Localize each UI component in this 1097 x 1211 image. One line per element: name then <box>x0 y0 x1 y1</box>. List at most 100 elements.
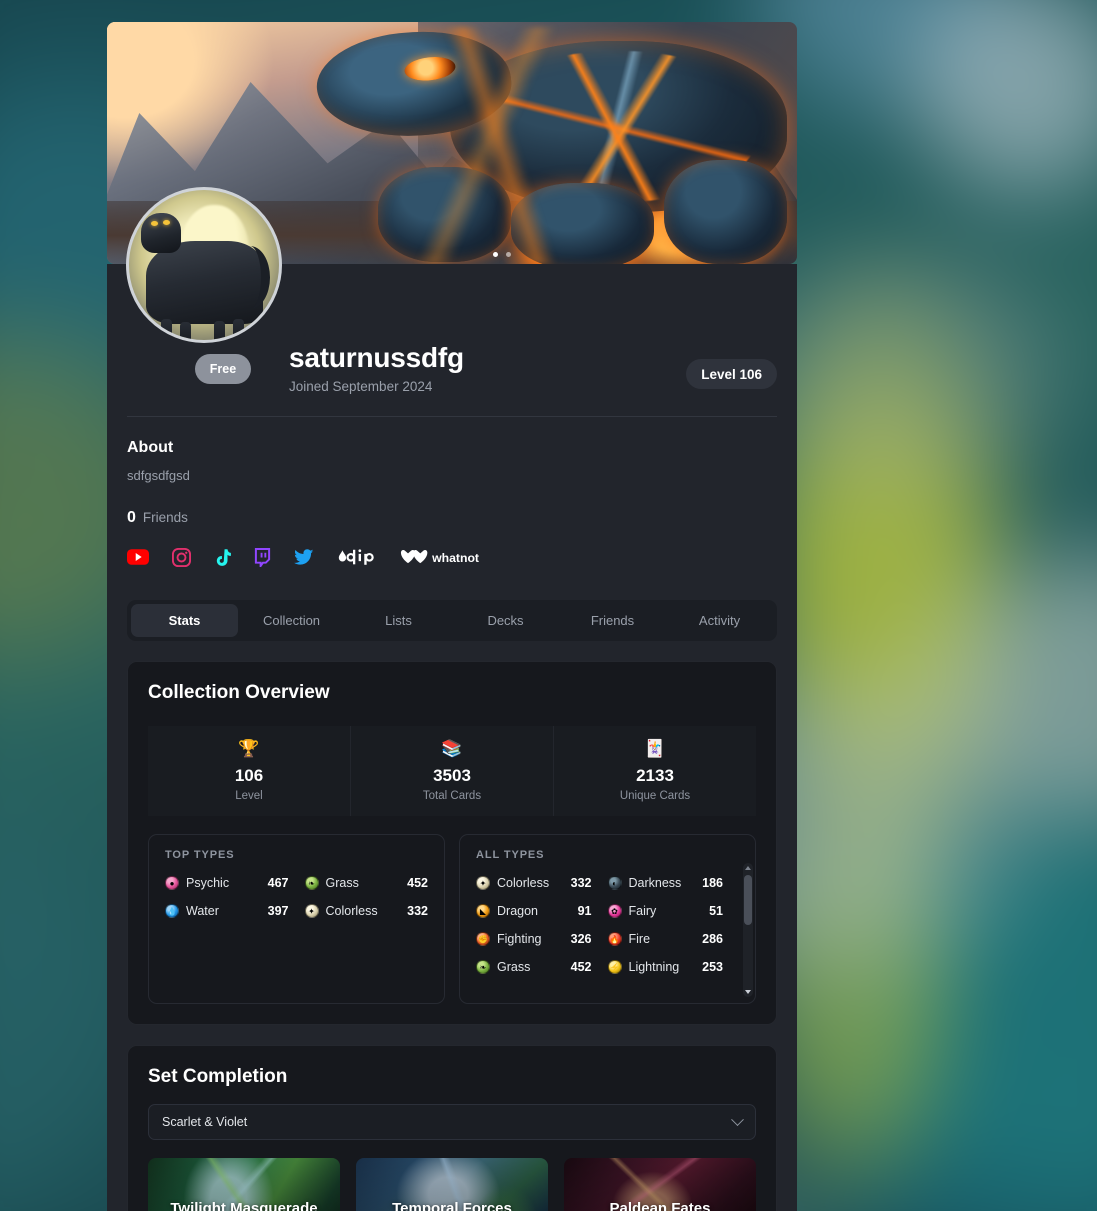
all-types-card: ALL TYPES ✦ Colorless 332 ◐ Darkness 186… <box>459 834 756 1004</box>
tiktok-icon[interactable] <box>214 548 231 567</box>
joker-card-icon: 🃏 <box>644 739 666 758</box>
type-name: Colorless <box>497 876 550 890</box>
type-row[interactable]: ● Psychic 467 <box>165 876 289 890</box>
banner-dot[interactable] <box>506 252 512 257</box>
type-row[interactable]: ✿ Fairy 51 <box>607 904 723 918</box>
type-count: 452 <box>570 960 592 974</box>
top-types-heading: TOP TYPES <box>165 849 235 861</box>
set-card[interactable]: Paldean Fates <box>564 1158 756 1211</box>
panther-leg <box>180 322 192 340</box>
scroll-down-arrow-icon[interactable] <box>745 990 751 994</box>
banner-carousel-dots[interactable] <box>493 252 512 257</box>
stat-value: 106 <box>234 766 264 785</box>
type-name: Water <box>186 904 219 918</box>
turtle-leg-front <box>378 166 512 262</box>
set-card[interactable]: Twilight Masquerade <box>148 1158 340 1211</box>
panther-leg <box>213 320 225 340</box>
friends-summary[interactable]: 0 Friends <box>127 509 777 527</box>
tab-activity[interactable]: Activity <box>666 604 773 637</box>
joined-date: Joined September 2024 <box>289 379 433 394</box>
tab-collection[interactable]: Collection <box>238 604 345 637</box>
type-count: 332 <box>570 876 592 890</box>
type-name: Darkness <box>628 876 682 890</box>
instagram-icon[interactable] <box>172 547 191 567</box>
collection-overview-panel: Collection Overview 🏆 106 Level 📚 3503 T… <box>127 661 777 1025</box>
youtube-icon[interactable] <box>127 549 149 565</box>
dragon-energy-icon: ◣ <box>476 904 490 918</box>
collection-overview-heading: Collection Overview <box>148 682 330 703</box>
top-types-grid: ● Psychic 467 ❧ Grass 452 💧 Water 397 ✦ … <box>165 876 428 918</box>
username: saturnussdfg <box>289 342 464 373</box>
set-completion-panel: Set Completion Scarlet & Violet Twilight… <box>127 1045 777 1211</box>
plan-badge[interactable]: Free <box>195 354 251 384</box>
type-count: 326 <box>570 932 592 946</box>
scrollbar-thumb[interactable] <box>744 875 752 925</box>
grass-energy-icon: ❧ <box>304 876 319 890</box>
tab-decks[interactable]: Decks <box>452 604 559 637</box>
type-count: 467 <box>267 876 289 890</box>
type-row[interactable]: 🔥 Fire 286 <box>607 932 723 946</box>
type-count: 397 <box>267 904 289 918</box>
type-name: Colorless <box>325 904 378 918</box>
type-name: Fire <box>628 932 651 946</box>
stat-value: 2133 <box>636 766 674 785</box>
grass-energy-icon: ❧ <box>476 960 490 974</box>
type-count: 332 <box>407 904 428 918</box>
panther-leg <box>160 318 172 340</box>
set-card[interactable]: Temporal Forces <box>356 1158 548 1211</box>
type-name: Dragon <box>497 904 538 918</box>
avatar-panther <box>140 213 270 340</box>
panther-leg <box>233 318 245 340</box>
type-row[interactable]: ❧ Grass 452 <box>304 876 428 890</box>
type-row[interactable]: ✦ Colorless 332 <box>304 904 428 918</box>
lightning-energy-icon: ⚡ <box>607 960 622 974</box>
type-row[interactable]: 💧 Water 397 <box>165 904 289 918</box>
scroll-up-arrow-icon[interactable] <box>745 866 751 870</box>
type-name: Fighting <box>497 932 542 946</box>
panther-tail <box>230 245 270 309</box>
type-row[interactable]: ⚡ Lightning 253 <box>607 960 723 974</box>
type-row[interactable]: ✊ Fighting 326 <box>476 932 592 946</box>
whatnot-icon[interactable]: whatnot <box>400 549 483 566</box>
tab-lists[interactable]: Lists <box>345 604 452 637</box>
type-name: Lightning <box>628 960 680 974</box>
avatar[interactable] <box>126 187 282 343</box>
all-types-heading: ALL TYPES <box>476 849 545 861</box>
stat-label: Level <box>235 790 263 802</box>
social-links: whatnot <box>127 546 777 568</box>
chevron-down-icon <box>731 1112 744 1126</box>
all-types-scroll-area[interactable]: ✦ Colorless 332 ◐ Darkness 186 ◣ Dragon … <box>476 861 739 974</box>
profile-card: Free saturnussdfg Joined September 2024 … <box>107 187 797 1211</box>
type-row[interactable]: ◐ Darkness 186 <box>607 876 723 890</box>
tab-friends[interactable]: Friends <box>559 604 666 637</box>
stat-label: Unique Cards <box>619 790 691 802</box>
all-types-grid: ✦ Colorless 332 ◐ Darkness 186 ◣ Dragon … <box>476 876 723 974</box>
drip-icon[interactable] <box>337 548 377 566</box>
top-types-card: TOP TYPES ● Psychic 467 ❧ Grass 452 💧 Wa… <box>148 834 445 1004</box>
fire-energy-icon: 🔥 <box>607 932 622 946</box>
banner-dot[interactable] <box>493 252 499 257</box>
set-card-row: Twilight Masquerade Temporal Forces Pald… <box>148 1158 756 1211</box>
set-name: Temporal Forces <box>392 1199 512 1211</box>
type-count: 186 <box>702 876 723 890</box>
stat-level: 🏆 106 Level <box>148 726 350 816</box>
divider <box>127 416 777 417</box>
identity-text: saturnussdfg Joined September 2024 <box>289 342 686 394</box>
all-types-scrollbar[interactable] <box>743 863 753 997</box>
water-energy-icon: 💧 <box>165 904 179 918</box>
twitch-icon[interactable] <box>254 547 271 567</box>
svg-text:whatnot: whatnot <box>431 550 479 564</box>
type-row[interactable]: ✦ Colorless 332 <box>476 876 592 890</box>
turtle-leg-mid <box>511 183 654 264</box>
type-count: 253 <box>702 960 723 974</box>
type-row[interactable]: ◣ Dragon 91 <box>476 904 592 918</box>
type-row[interactable]: ❧ Grass 452 <box>476 960 592 974</box>
set-series-select[interactable]: Scarlet & Violet <box>148 1104 756 1140</box>
stat-value: 3503 <box>433 766 471 785</box>
twitter-icon[interactable] <box>294 548 314 566</box>
type-count: 91 <box>577 904 592 918</box>
tab-stats[interactable]: Stats <box>131 604 238 637</box>
type-name: Grass <box>325 876 359 890</box>
panther-eye-right <box>163 220 171 226</box>
profile-page: Free saturnussdfg Joined September 2024 … <box>107 0 797 1211</box>
